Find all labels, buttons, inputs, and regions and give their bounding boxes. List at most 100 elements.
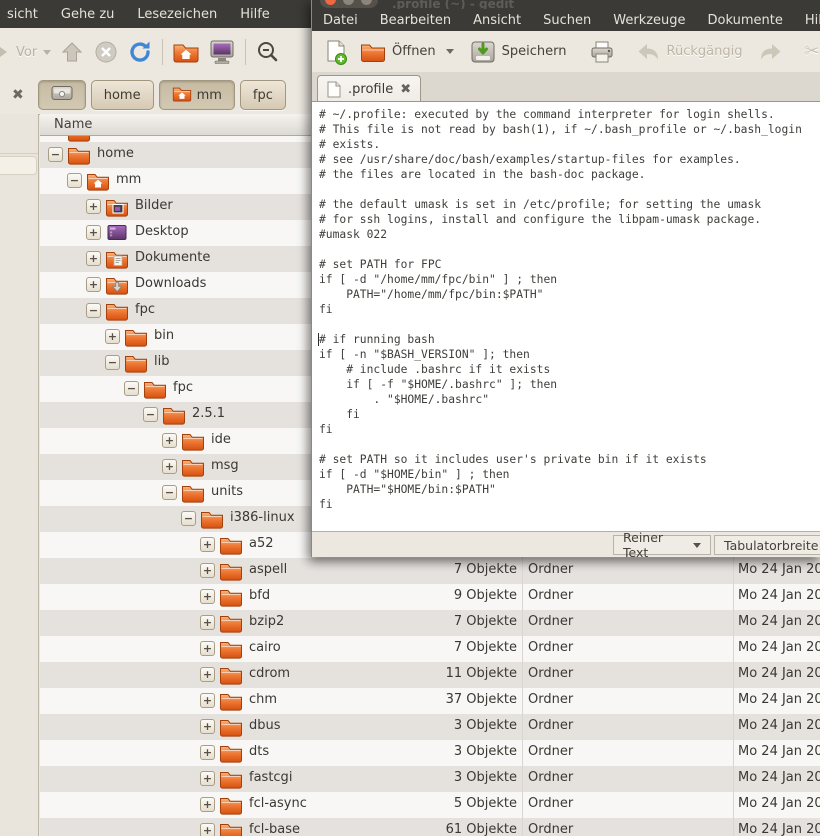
computer-button[interactable] bbox=[204, 35, 240, 69]
open-dropdown-icon[interactable] bbox=[446, 49, 454, 54]
fm-menu-sicht[interactable]: sicht bbox=[2, 4, 43, 25]
fm-menu-hilfe[interactable]: Hilfe bbox=[235, 4, 275, 25]
expand-icon[interactable]: + bbox=[200, 719, 215, 734]
expand-icon[interactable]: + bbox=[86, 251, 101, 266]
folder-icon bbox=[219, 717, 243, 737]
cut-button[interactable]: ✂ bbox=[798, 35, 820, 69]
expand-icon[interactable]: + bbox=[162, 459, 177, 474]
expand-icon[interactable]: + bbox=[200, 563, 215, 578]
expand-icon[interactable]: + bbox=[200, 589, 215, 604]
collapse-icon[interactable]: − bbox=[143, 407, 158, 422]
up-button[interactable] bbox=[55, 35, 89, 69]
print-button[interactable] bbox=[583, 35, 621, 69]
text-editor[interactable]: # ~/.profile: executed by the command in… bbox=[312, 101, 820, 531]
gedit-menu-ansicht[interactable]: Ansicht bbox=[468, 10, 526, 31]
redo-button[interactable] bbox=[752, 35, 788, 69]
forward-dropdown-icon[interactable] bbox=[43, 50, 51, 55]
tab-width-combo[interactable]: Tabulatorbreite: bbox=[714, 535, 820, 555]
tree-row-label: mm bbox=[116, 172, 141, 187]
computer-icon bbox=[208, 39, 236, 65]
collapse-icon[interactable]: − bbox=[86, 303, 101, 318]
collapse-icon[interactable]: − bbox=[67, 173, 82, 188]
pathbar-button-fpc[interactable]: fpc bbox=[240, 80, 286, 110]
zoom-out-button[interactable] bbox=[251, 35, 285, 69]
expand-icon[interactable]: + bbox=[200, 823, 215, 836]
column-type: Ordner bbox=[528, 692, 573, 707]
fm-menu-gehe-zu[interactable]: Gehe zu bbox=[56, 4, 120, 25]
collapse-icon[interactable]: − bbox=[124, 381, 139, 396]
gedit-menu-werkzeuge[interactable]: Werkzeuge bbox=[608, 10, 690, 31]
tree-row-bfd[interactable]: +bfd9 ObjekteOrdnerMo 24 Jan 20 bbox=[40, 584, 820, 610]
close-pathbar-icon[interactable]: ✖ bbox=[12, 87, 24, 103]
gedit-menu-datei[interactable]: Datei bbox=[318, 10, 363, 31]
reload-button[interactable] bbox=[123, 35, 157, 69]
expand-icon[interactable]: + bbox=[200, 797, 215, 812]
minimize-window-button[interactable] bbox=[343, 0, 354, 5]
undo-button[interactable]: Rückgängig bbox=[631, 35, 749, 69]
tree-row-label: fpc bbox=[135, 302, 155, 317]
expand-icon[interactable]: + bbox=[105, 329, 120, 344]
undo-label: Rückgängig bbox=[667, 44, 743, 59]
expand-icon[interactable]: + bbox=[200, 667, 215, 682]
tree-row-fcl-async[interactable]: +fcl-async5 ObjekteOrdnerMo 24 Jan 20 bbox=[40, 792, 820, 818]
expand-icon[interactable]: + bbox=[200, 771, 215, 786]
gedit-menu-bearbeiten[interactable]: Bearbeiten bbox=[375, 10, 456, 31]
pathbar-button-mm[interactable]: mm bbox=[159, 80, 235, 110]
side-pane-item[interactable] bbox=[0, 156, 37, 175]
expand-icon[interactable]: + bbox=[86, 225, 101, 240]
expand-icon[interactable]: + bbox=[162, 433, 177, 448]
tree-row-dbus[interactable]: +dbus3 ObjekteOrdnerMo 24 Jan 20 bbox=[40, 714, 820, 740]
collapse-icon[interactable]: − bbox=[162, 485, 177, 500]
expand-icon[interactable]: + bbox=[86, 277, 101, 292]
editor-line: . "$HOME/.bashrc" bbox=[319, 392, 820, 407]
back-button-remnant[interactable] bbox=[0, 35, 12, 69]
tree-row-cairo[interactable]: +cairo7 ObjekteOrdnerMo 24 Jan 20 bbox=[40, 636, 820, 662]
tree-row-chm[interactable]: +chm37 ObjekteOrdnerMo 24 Jan 20 bbox=[40, 688, 820, 714]
open-button[interactable]: Öffnen bbox=[354, 35, 442, 69]
close-tab-icon[interactable]: ✖ bbox=[400, 82, 411, 97]
expand-icon[interactable]: + bbox=[200, 537, 215, 552]
gedit-titlebar[interactable]: .profile (~) - gedit bbox=[312, 0, 820, 9]
redo-icon bbox=[758, 42, 782, 62]
expand-icon[interactable]: + bbox=[200, 693, 215, 708]
home-folder-icon bbox=[172, 40, 200, 64]
up-arrow-icon bbox=[59, 39, 85, 65]
pathbar-button-home[interactable]: home bbox=[91, 80, 154, 110]
expand-icon[interactable]: + bbox=[200, 745, 215, 760]
stop-button[interactable] bbox=[89, 35, 123, 69]
maximize-window-button[interactable] bbox=[361, 0, 372, 5]
tree-row-cdrom[interactable]: +cdrom11 ObjekteOrdnerMo 24 Jan 20 bbox=[40, 662, 820, 688]
folder-icon bbox=[219, 587, 243, 607]
tab-width-label: Tabulatorbreite: bbox=[724, 538, 820, 553]
tree-row-fcl-base[interactable]: +fcl-base61 ObjekteOrdnerMo 24 Jan 20 bbox=[40, 818, 820, 836]
tree-row-bzip2[interactable]: +bzip27 ObjekteOrdnerMo 24 Jan 20 bbox=[40, 610, 820, 636]
collapse-icon[interactable]: − bbox=[181, 511, 196, 526]
expand-icon[interactable]: + bbox=[200, 615, 215, 630]
tree-row-fastcgi[interactable]: +fastcgi3 ObjekteOrdnerMo 24 Jan 20 bbox=[40, 766, 820, 792]
fm-menu-lesezeichen[interactable]: Lesezeichen bbox=[132, 4, 222, 25]
tree-row-aspell[interactable]: +aspell7 ObjekteOrdnerMo 24 Jan 20 bbox=[40, 558, 820, 584]
new-document-button[interactable] bbox=[318, 35, 354, 69]
folder-icon bbox=[219, 561, 243, 581]
gedit-window-title: .profile (~) - gedit bbox=[392, 0, 514, 9]
column-type: Ordner bbox=[528, 796, 573, 811]
language-mode-combo[interactable]: Reiner Text bbox=[613, 535, 711, 555]
expand-icon[interactable]: + bbox=[200, 641, 215, 656]
column-date: Mo 24 Jan 20 bbox=[738, 588, 820, 603]
editor-line: if [ -d "$HOME/bin" ] ; then bbox=[319, 467, 820, 482]
gedit-menu-hilfe[interactable]: Hilfe bbox=[800, 10, 820, 31]
home-button[interactable] bbox=[168, 35, 204, 69]
collapse-icon[interactable]: − bbox=[48, 147, 63, 162]
save-button[interactable]: Speichern bbox=[464, 35, 573, 69]
forward-button[interactable]: Vor bbox=[12, 35, 55, 69]
pathbar-button-disk[interactable] bbox=[38, 80, 86, 110]
gedit-menu-dokumente[interactable]: Dokumente bbox=[703, 10, 788, 31]
tab-profile[interactable]: .profile ✖ bbox=[317, 75, 421, 102]
tree-row-label: Bilder bbox=[135, 198, 173, 213]
close-window-button[interactable] bbox=[325, 0, 336, 5]
gedit-menu-suchen[interactable]: Suchen bbox=[538, 10, 596, 31]
expand-icon[interactable]: + bbox=[86, 199, 101, 214]
tree-row-label: bzip2 bbox=[249, 614, 284, 629]
collapse-icon[interactable]: − bbox=[105, 355, 120, 370]
tree-row-dts[interactable]: +dts3 ObjekteOrdnerMo 24 Jan 20 bbox=[40, 740, 820, 766]
